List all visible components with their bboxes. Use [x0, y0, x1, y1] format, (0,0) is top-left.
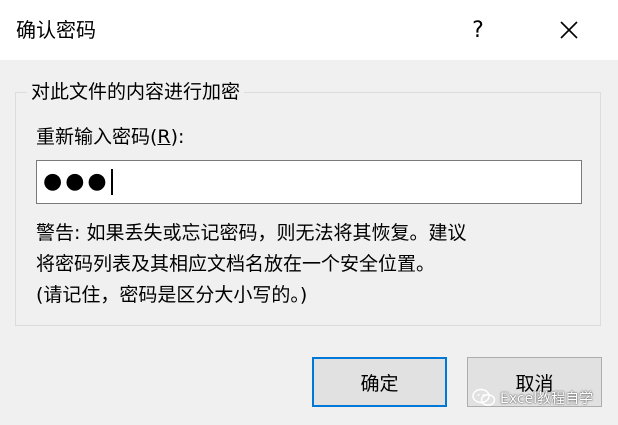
warning-line: 警告: 如果丢失或忘记密码，则无法将其恢复。建议: [36, 222, 467, 244]
password-input[interactable]: ●●●: [36, 160, 582, 204]
warning-text: 警告: 如果丢失或忘记密码，则无法将其恢复。建议 将密码列表及其相应文档名放在一…: [36, 218, 588, 311]
ok-button[interactable]: 确定: [312, 357, 447, 407]
label-suffix: ):: [170, 126, 185, 148]
close-button[interactable]: [546, 8, 592, 52]
reenter-password-label: 重新输入密码(R):: [36, 124, 184, 150]
dialog-title: 确认密码: [16, 18, 96, 42]
help-button[interactable]: ?: [456, 8, 500, 52]
accelerator-key: R: [157, 126, 171, 148]
warning-line: 将密码列表及其相应文档名放在一个安全位置。: [36, 253, 436, 275]
watermark-text: Excel教程自学: [500, 391, 594, 407]
group-legend: 对此文件的内容进行加密: [27, 79, 245, 105]
password-mask: ●●●: [43, 169, 110, 194]
label-text: 重新输入密码(: [36, 126, 158, 148]
warning-line: (请记住，密码是区分大小写的。): [36, 284, 308, 306]
title-bar: 确认密码 ?: [0, 0, 618, 60]
help-icon: ?: [472, 17, 484, 43]
text-caret: [110, 169, 113, 195]
watermark: Excel教程自学: [472, 388, 593, 408]
wechat-icon: [472, 388, 496, 406]
close-icon: [560, 21, 578, 39]
